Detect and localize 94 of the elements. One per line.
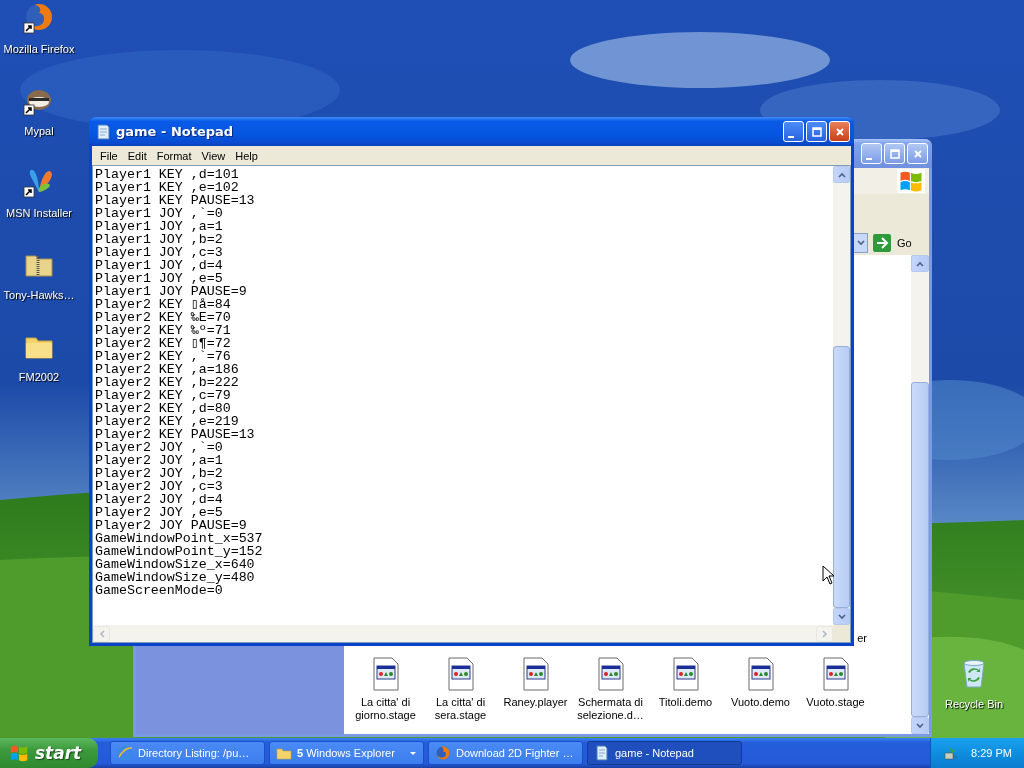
text-line: GameWindowSize_y=480 bbox=[95, 571, 255, 584]
icon-label[interactable]: FM2002 bbox=[18, 371, 60, 383]
flag-logo-icon bbox=[8, 743, 30, 763]
menu-item[interactable]: Format bbox=[151, 149, 197, 162]
file-icon[interactable] bbox=[595, 657, 626, 691]
text-line: Player1 KEY ,d=101 bbox=[95, 168, 239, 181]
file-label[interactable]: Vuoto.stage bbox=[806, 696, 865, 709]
text-line: Player2 KEY ,c=79 bbox=[95, 389, 231, 402]
file-icon[interactable] bbox=[670, 657, 701, 691]
text-line: Player1 KEY PAUSE=13 bbox=[95, 194, 255, 207]
file-label[interactable]: La citta' di giorno.stage bbox=[348, 696, 423, 722]
icon-label[interactable]: Mypal bbox=[24, 125, 54, 137]
scrollbar-corner bbox=[833, 625, 850, 642]
text-line: GameWindowPoint_y=152 bbox=[95, 545, 263, 558]
caret-right-icon bbox=[819, 628, 830, 639]
arrow-icon bbox=[873, 234, 891, 252]
text-line: Player2 KEY ,b=222 bbox=[95, 376, 239, 389]
caret-down-icon bbox=[409, 749, 417, 757]
file-icon[interactable] bbox=[445, 657, 476, 691]
text-line: GameWindowSize_x=640 bbox=[95, 558, 255, 571]
text-line: Player2 KEY ‰º=71 bbox=[95, 324, 231, 337]
file-label[interactable]: Raney.player bbox=[503, 696, 568, 709]
file-icon[interactable] bbox=[370, 657, 401, 691]
close-icon bbox=[912, 148, 923, 159]
caret-down-icon bbox=[915, 720, 925, 731]
taskbar-button[interactable]: Download 2D Fighter … bbox=[428, 741, 583, 765]
taskbar-button[interactable]: Directory Listing: /pu… bbox=[110, 741, 265, 765]
text-line: Player2 KEY ‰E=70 bbox=[95, 311, 231, 324]
maximize-icon bbox=[811, 126, 822, 137]
close-button[interactable] bbox=[829, 121, 850, 142]
menu-item[interactable]: View bbox=[196, 149, 231, 162]
text-line: Player2 JOY ,c=3 bbox=[95, 480, 223, 493]
text-line: GameWindowPoint_x=537 bbox=[95, 532, 263, 545]
maximize-button[interactable] bbox=[806, 121, 827, 142]
scrollbar[interactable] bbox=[93, 625, 833, 642]
file-label[interactable]: er bbox=[857, 632, 867, 645]
file-label[interactable]: Vuoto.demo bbox=[731, 696, 790, 709]
tray-icon[interactable] bbox=[943, 745, 959, 761]
text-line: Player1 JOY ,b=2 bbox=[95, 233, 223, 246]
text-line: Player2 KEY ,d=80 bbox=[95, 402, 231, 415]
text-line: Player2 JOY ,e=5 bbox=[95, 506, 223, 519]
text-line: GameScreenMode=0 bbox=[95, 584, 223, 597]
notepad-icon bbox=[594, 745, 610, 761]
browser-icon bbox=[117, 745, 133, 761]
file-label[interactable]: Titoli.demo bbox=[658, 696, 713, 709]
maximize-icon bbox=[889, 148, 900, 159]
clock: 8:29 PM bbox=[971, 747, 1012, 759]
text-line: Player2 JOY ,`=0 bbox=[95, 441, 223, 454]
go-button[interactable]: Go bbox=[873, 234, 920, 252]
file-label[interactable]: La citta' di sera.stage bbox=[423, 696, 498, 722]
text-line: Player2 JOY ,a=1 bbox=[95, 454, 223, 467]
icon-label[interactable]: MSN Installer bbox=[6, 207, 72, 219]
text-line: Player2 KEY ▯å=84 bbox=[95, 298, 231, 311]
minimize-button[interactable] bbox=[783, 121, 804, 142]
taskbar-button[interactable]: 5 Windows Explorer bbox=[269, 741, 424, 765]
text-line: Player1 JOY PAUSE=9 bbox=[95, 285, 247, 298]
text-line: Player1 JOY ,e=5 bbox=[95, 272, 223, 285]
text-line: Player2 KEY ,e=219 bbox=[95, 415, 239, 428]
menu-item[interactable]: File bbox=[95, 149, 123, 162]
text-line: Player2 KEY ,a=186 bbox=[95, 363, 239, 376]
start-button[interactable]: start bbox=[0, 738, 98, 768]
text-line: Player2 KEY ,`=76 bbox=[95, 350, 231, 363]
cursor-icon bbox=[822, 565, 834, 585]
text-line: Player2 KEY ▯¶=72 bbox=[95, 337, 231, 350]
close-icon bbox=[834, 126, 845, 137]
file-icon[interactable] bbox=[745, 657, 776, 691]
caret-down-icon bbox=[836, 611, 847, 622]
taskbar-button[interactable]: game - Notepad bbox=[587, 741, 742, 765]
icon-label[interactable]: Mozilla Firefox bbox=[3, 43, 75, 55]
file-label[interactable]: Schermata di selezione.d… bbox=[573, 696, 648, 722]
text-line: Player2 KEY PAUSE=13 bbox=[95, 428, 255, 441]
text-line: Player2 JOY PAUSE=9 bbox=[95, 519, 247, 532]
icon-label[interactable]: Tony-Hawks… bbox=[3, 289, 75, 301]
text-line: Player2 JOY ,d=4 bbox=[95, 493, 223, 506]
notepad-icon bbox=[95, 123, 111, 140]
text-line: Player2 JOY ,b=2 bbox=[95, 467, 223, 480]
file-icon[interactable] bbox=[520, 657, 551, 691]
browser-icon[interactable] bbox=[23, 2, 55, 34]
text-line: Player1 KEY ,e=102 bbox=[95, 181, 239, 194]
window-title: game - Notepad bbox=[116, 124, 234, 139]
text-line: Player1 JOY ,a=1 bbox=[95, 220, 223, 233]
menu-item[interactable]: Edit bbox=[122, 149, 152, 162]
minimize-icon bbox=[865, 157, 872, 160]
flag-logo-icon bbox=[897, 169, 925, 193]
file-icon[interactable] bbox=[820, 657, 851, 691]
text-line: Player1 JOY ,d=4 bbox=[95, 259, 223, 272]
folder-icon bbox=[276, 745, 292, 761]
menu-item[interactable]: Help bbox=[230, 149, 263, 162]
browser-icon bbox=[435, 745, 451, 761]
scrollbar[interactable] bbox=[833, 166, 850, 625]
text-line: Player1 JOY ,c=3 bbox=[95, 246, 223, 259]
caret-down-icon bbox=[855, 238, 866, 248]
text-line: Player1 JOY ,`=0 bbox=[95, 207, 223, 220]
scrollbar[interactable] bbox=[911, 255, 929, 734]
